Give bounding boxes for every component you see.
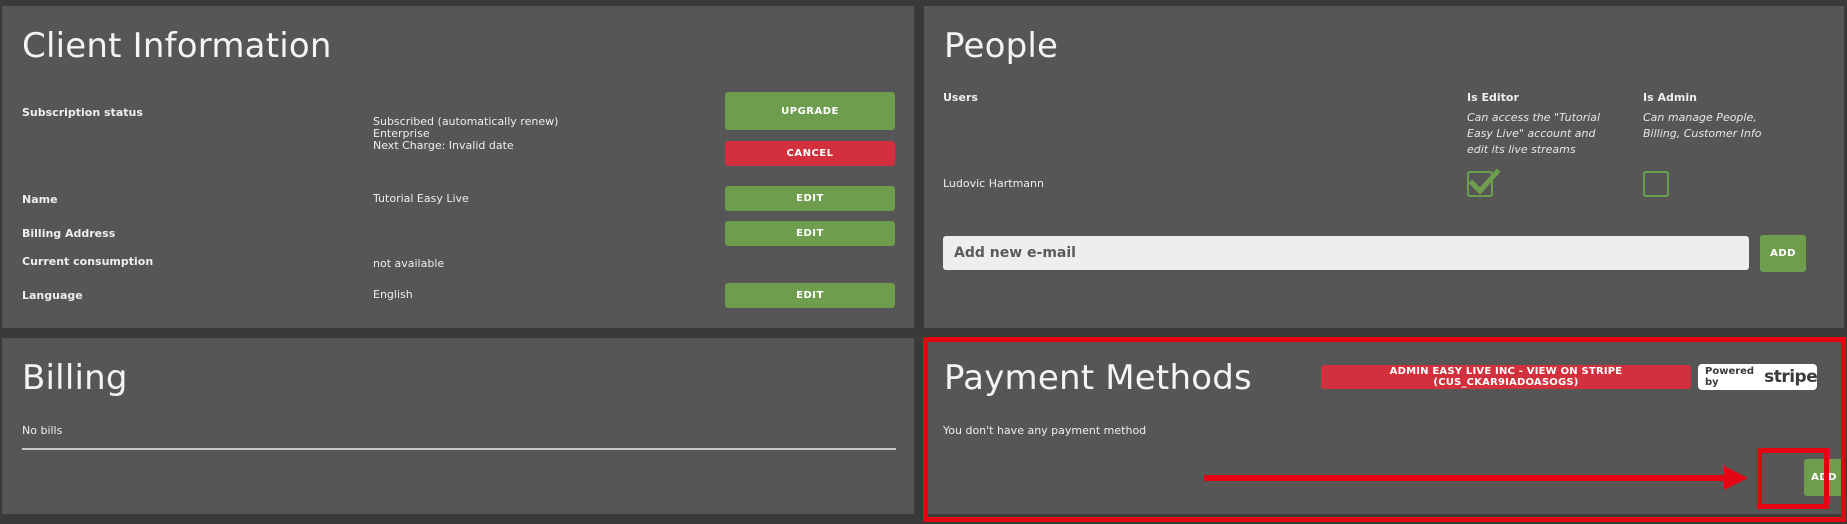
billing-title: Billing <box>22 358 128 398</box>
add-user-button[interactable]: ADD <box>1760 235 1806 272</box>
no-payment-method-text: You don't have any payment method <box>943 424 1147 437</box>
client-information-panel: Client Information Subscription status S… <box>2 6 914 328</box>
view-on-stripe-button[interactable]: ADMIN EASY LIVE INC - VIEW ON STRIPE (CU… <box>1321 365 1691 389</box>
billing-divider <box>22 448 896 450</box>
language-label: Language <box>22 289 83 302</box>
language-value: English <box>373 288 413 301</box>
stripe-logo: stripe <box>1764 367 1818 387</box>
is-editor-column-header: Is Editor <box>1467 91 1519 104</box>
subscription-status-label: Subscription status <box>22 106 143 119</box>
client-information-title: Client Information <box>22 26 332 66</box>
cancel-button[interactable]: CANCEL <box>725 141 895 166</box>
payment-methods-title: Payment Methods <box>944 358 1252 398</box>
payment-methods-panel: Payment Methods ADMIN EASY LIVE INC - VI… <box>924 338 1844 514</box>
no-bills-text: No bills <box>22 424 63 437</box>
add-payment-method-button[interactable]: ADD <box>1804 459 1844 496</box>
powered-by-text: Powered by <box>1705 366 1755 388</box>
billing-address-label: Billing Address <box>22 227 116 240</box>
add-email-input[interactable] <box>943 236 1749 270</box>
billing-panel: Billing No bills <box>2 338 914 514</box>
name-value: Tutorial Easy Live <box>373 192 469 205</box>
annotation-arrow-line <box>1204 475 1728 481</box>
current-consumption-value: not available <box>373 257 445 270</box>
is-admin-checkbox[interactable] <box>1643 171 1669 197</box>
current-consumption-label: Current consumption <box>22 255 154 268</box>
is-editor-description: Can access the "Tutorial Easy Live" acco… <box>1467 111 1601 156</box>
edit-billing-address-button[interactable]: EDIT <box>725 221 895 246</box>
annotation-arrow-icon <box>1724 466 1748 490</box>
powered-by-stripe-badge[interactable]: Powered by stripe <box>1698 364 1818 390</box>
checkmark-icon <box>1468 168 1501 195</box>
is-admin-description: Can manage People, Billing, Customer Inf… <box>1643 111 1762 140</box>
is-admin-column-header: Is Admin <box>1643 91 1697 104</box>
users-column-header: Users <box>943 91 978 104</box>
next-charge: Next Charge: Invalid date <box>373 139 514 152</box>
edit-language-button[interactable]: EDIT <box>725 283 895 308</box>
people-title: People <box>944 26 1059 66</box>
is-editor-checkbox[interactable] <box>1467 168 1501 197</box>
edit-name-button[interactable]: EDIT <box>725 186 895 211</box>
user-name: Ludovic Hartmann <box>943 177 1044 190</box>
upgrade-button[interactable]: UPGRADE <box>725 92 895 130</box>
people-panel: People Users Is Editor Can access the "T… <box>924 6 1844 328</box>
name-label: Name <box>22 193 58 206</box>
